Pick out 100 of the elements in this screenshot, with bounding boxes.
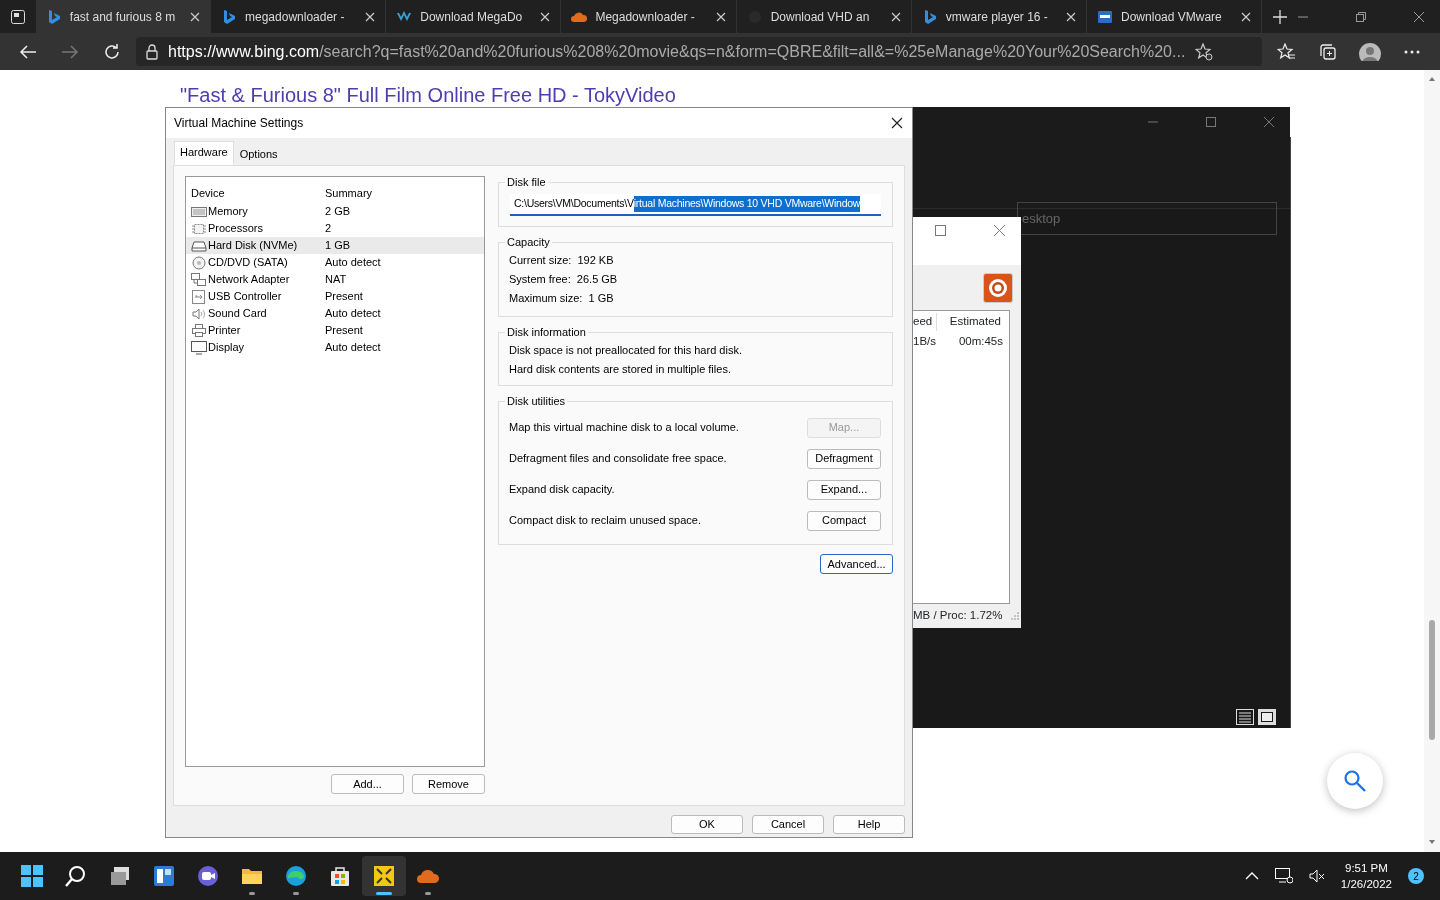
resize-grip-icon [1011, 612, 1019, 620]
device-row[interactable]: Hard Disk (NVMe) 1 GB [186, 237, 484, 254]
browser-tab[interactable]: fast and furious 8 m [35, 0, 211, 33]
forward-arrow-icon[interactable] [61, 42, 79, 61]
speaker-muted-icon[interactable] [1308, 868, 1325, 884]
table-cell-text: 1B/s [913, 334, 937, 349]
network-icon[interactable] [1274, 868, 1293, 884]
drive-icon [191, 238, 207, 253]
device-row[interactable]: Network Adapter NAT [186, 271, 484, 288]
tab[interactable]: Options [233, 142, 284, 165]
device-row[interactable]: Display Auto detect [186, 339, 484, 356]
advanced-button[interactable]: Advanced... [820, 554, 893, 574]
device-summary: 2 [325, 222, 332, 235]
clock[interactable]: 9:51 PM 1/26/2022 [1340, 860, 1392, 892]
maximize-icon[interactable] [935, 225, 946, 236]
device-name: Display [208, 340, 245, 356]
list-view-icon[interactable] [1236, 709, 1254, 725]
settings-button[interactable] [983, 272, 1013, 303]
device-name: CD/DVD (SATA) [208, 255, 288, 271]
list-button[interactable]: Remove [412, 774, 485, 794]
device-name: Network Adapter [208, 272, 290, 288]
avatar-icon[interactable] [1359, 42, 1381, 61]
group-title: Capacity [506, 236, 551, 249]
utility-button[interactable]: Defragment [807, 448, 881, 469]
tile-view-icon[interactable] [1258, 709, 1276, 725]
device-summary: Auto detect [325, 256, 381, 269]
chevron-up-icon[interactable] [1244, 871, 1259, 881]
device-row[interactable]: Processors 2 [186, 220, 484, 237]
device-summary: 2 GB [325, 205, 351, 218]
arrows-icon [372, 864, 396, 888]
printer-icon [191, 323, 207, 338]
restore-icon[interactable] [1356, 11, 1367, 22]
device-name: Processors [208, 221, 264, 237]
speaker-icon [191, 306, 207, 321]
close-icon[interactable] [891, 117, 903, 129]
square-logo-icon [1097, 8, 1114, 25]
window-title: Virtual Machine Settings [174, 115, 304, 132]
utility-text: Expand disk capacity. [509, 482, 615, 498]
stacked-windows-icon [108, 864, 132, 888]
device-name: Sound Card [208, 306, 267, 322]
shopping-bag-icon [328, 864, 352, 888]
maximize-icon[interactable] [1206, 117, 1216, 127]
dialog-button[interactable]: OK [671, 815, 743, 834]
wave-circle-icon [284, 864, 308, 888]
plus-icon[interactable] [1273, 9, 1288, 24]
column-header[interactable]: Summary [325, 186, 373, 199]
star-plus-icon[interactable] [1195, 42, 1214, 61]
device-name: Memory [208, 204, 248, 220]
time-text: 9:51 PM [1344, 861, 1389, 876]
dialog-button[interactable]: Cancel [752, 815, 824, 834]
capacity-text: Maximum size: 1 GB [509, 291, 615, 306]
device-row[interactable]: Memory 2 GB [186, 203, 484, 220]
column-header[interactable]: Estimated [937, 313, 1009, 331]
device-summary: Present [325, 290, 363, 303]
utility-button[interactable]: Expand... [807, 479, 881, 500]
group-title: Disk information [506, 326, 587, 339]
device-summary: Auto detect [325, 341, 381, 354]
device-row[interactable]: Printer Present [186, 322, 484, 339]
back-arrow-icon[interactable] [19, 42, 37, 61]
date-text: 1/26/2022 [1340, 877, 1392, 892]
device-name: Hard Disk (NVMe) [208, 238, 298, 254]
lock-icon [146, 43, 158, 60]
device-row[interactable]: Sound Card Auto detect [186, 305, 484, 322]
list-button[interactable]: Add... [331, 774, 404, 794]
four-squares-icon [20, 864, 44, 888]
favorites-icon[interactable] [1277, 42, 1295, 61]
info-text: Hard disk contents are stored in multiple files. [509, 362, 732, 377]
utility-text: Defragment files and consolidate free space. [509, 451, 727, 467]
capacity-text: System free: 26.5 GB [509, 272, 619, 287]
result-link[interactable]: "Fast & Furious 8" Full Film Online Free HD - TokyVideo [180, 84, 676, 106]
group-title: Disk file [506, 176, 547, 189]
chat-icon [196, 864, 220, 888]
refresh-icon[interactable] [103, 42, 121, 61]
panel-icon [152, 864, 176, 888]
monitors-icon [191, 272, 207, 287]
search-button[interactable] [1327, 753, 1383, 809]
taskbar-app[interactable] [362, 856, 406, 896]
utility-text: Compact disk to reclaim unused space. [509, 513, 701, 529]
utility-text: Map this virtual machine disk to a local volume. [509, 420, 739, 436]
group-title: Disk utilities [506, 395, 567, 408]
chip-icon [191, 221, 207, 236]
collections-icon[interactable] [1319, 42, 1337, 61]
device-summary: NAT [325, 273, 347, 286]
capacity-text: Current size: 192 KB [509, 253, 615, 268]
column-header[interactable]: Device [191, 184, 225, 202]
device-row[interactable]: CD/DVD (SATA) Auto detect [186, 254, 484, 271]
tab-actions-icon[interactable] [9, 8, 26, 25]
tab[interactable]: Hardware [174, 140, 234, 165]
dialog-button[interactable]: Help [833, 815, 905, 834]
search-icon [1343, 769, 1367, 793]
status-text: MB / Proc: 1.72% [913, 608, 1003, 624]
device-summary: Auto detect [325, 307, 381, 320]
device-row[interactable]: USB Controller Present [186, 288, 484, 305]
utility-button[interactable]: Compact [807, 510, 881, 531]
notification-count[interactable]: 2 [1408, 868, 1424, 884]
monitor-icon [191, 340, 207, 355]
memory-module-icon [191, 204, 207, 219]
table-cell-text: 00m:45s [957, 334, 1004, 349]
address-bar[interactable]: https://www.bing.com/search?q=fast%20and%20furious%208%20movie&qs=n&form=QBRE&filt=all&=%25eManage%20Your%20Search%20... [136, 37, 1262, 66]
close-icon[interactable] [1414, 11, 1425, 22]
